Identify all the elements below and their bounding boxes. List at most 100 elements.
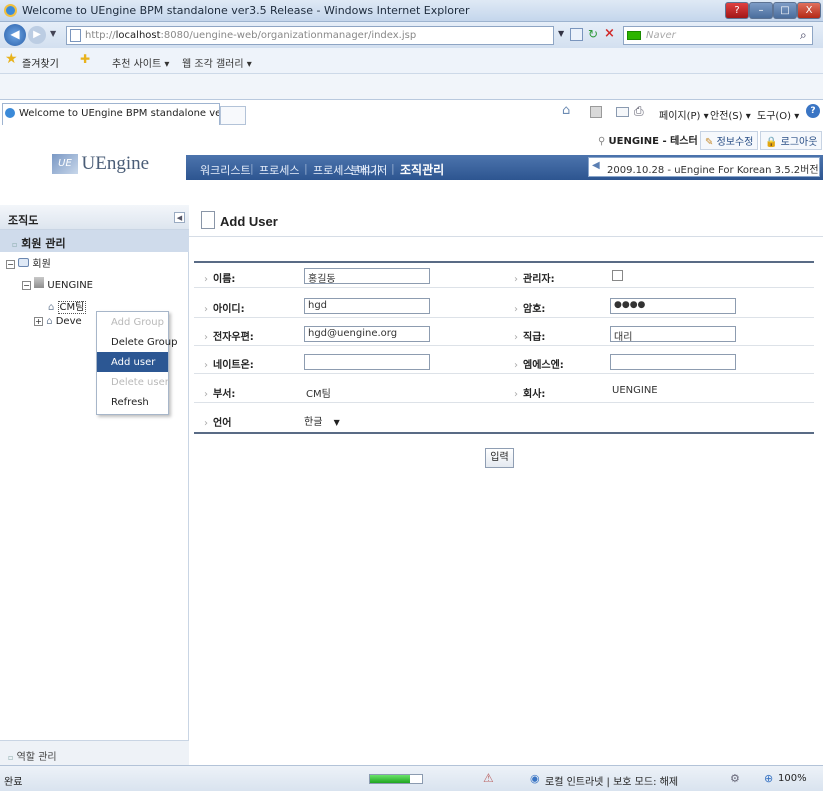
sidebar-item-label: 회원 관리 [21, 237, 66, 250]
rss-icon[interactable] [590, 106, 602, 118]
bullet-icon: ▫ [12, 240, 18, 249]
menu-item-refresh[interactable]: Refresh [97, 392, 168, 412]
minimize-button[interactable]: – [749, 2, 773, 19]
admin-checkbox[interactable] [612, 270, 623, 281]
collapse-icon[interactable]: ◀ [174, 212, 185, 223]
tree-group-dev[interactable]: + ⌂ Deve [34, 316, 82, 327]
help-button[interactable]: ? [725, 2, 749, 19]
nav-process[interactable]: 프로세스 [259, 162, 299, 178]
submit-button[interactable]: 입력 [485, 448, 514, 468]
user-name: UENGINE - 테스터 [608, 136, 698, 147]
compat-icon[interactable] [570, 28, 583, 41]
url-path: :8080/uengine-web/organizationmanager/in… [160, 30, 417, 41]
window-title: Welcome to UEngine BPM standalone ver3.5… [22, 4, 470, 17]
language-label: 언어 [204, 414, 231, 429]
back-icon[interactable]: ◀ [4, 24, 26, 46]
name-label: 이름: [204, 270, 235, 285]
nateon-input[interactable] [304, 354, 430, 370]
tree-expander-icon[interactable]: + [34, 317, 43, 326]
zoom-level[interactable]: 100% [778, 773, 807, 784]
speaker-icon: ◀ [592, 160, 600, 171]
search-input[interactable]: Naver [623, 26, 813, 45]
edit-profile-link[interactable]: ✎ 정보수정 [700, 131, 759, 150]
tree-root[interactable]: − 회원 [6, 255, 51, 270]
refresh-icon[interactable]: ↻ [588, 27, 598, 41]
chevron-down-icon[interactable]: ▼ [50, 29, 56, 38]
tree-company[interactable]: − UENGINE [22, 277, 93, 291]
email-input[interactable]: hgd@uengine.org [304, 326, 430, 342]
logo-mark: UE [52, 154, 78, 174]
nav-sep: | [391, 162, 395, 175]
group-icon: ⌂ [46, 316, 53, 327]
logo-text: UEngine [81, 153, 150, 174]
page-menu[interactable]: 페이지(P) ▾ [659, 107, 709, 122]
url-input[interactable]: http://localhost:8080/uengine-web/organi… [66, 26, 554, 45]
url-dropdown-icon[interactable]: ▼ [558, 29, 564, 38]
language-select[interactable]: 한글 ▼ [304, 413, 340, 428]
position-input[interactable]: 대리 [610, 326, 736, 342]
sidebar-item-label: 역할 관리 [16, 752, 57, 763]
favorites-label[interactable]: 즐겨찾기 [22, 55, 59, 70]
tree-company-label: UENGINE [47, 280, 93, 291]
new-tab-button[interactable] [220, 106, 246, 125]
id-input[interactable]: hgd [304, 298, 430, 314]
sidebar-title: 조직도 [0, 205, 189, 230]
zone-text[interactable]: 로컬 인트라넷 | 보호 모드: 해제 [545, 773, 678, 788]
favorite-item-suggested[interactable]: 추천 사이트 ▾ [112, 55, 169, 70]
edit-profile-label: 정보수정 [716, 137, 754, 148]
home-icon[interactable]: ⌂ [562, 103, 570, 118]
browser-tab[interactable]: Welcome to UEngine BPM standalone ver3.5… [2, 103, 220, 125]
email-label: 전자우편: [204, 328, 254, 343]
stop-icon[interactable]: × [604, 26, 615, 41]
search-icon[interactable]: ⌕ [800, 28, 807, 43]
position-label: 직급: [514, 328, 545, 343]
password-label: 암호: [514, 300, 545, 315]
tree-group-label: Deve [55, 316, 82, 327]
status-text: 완료 [4, 777, 23, 788]
safety-menu[interactable]: 안전(S) ▾ [710, 107, 751, 122]
notice-ticker[interactable]: ◀ 2009.10.28 - uEngine For Korean 3.5.2버… [588, 157, 820, 177]
nav-worklist[interactable]: 워크리스트 [200, 162, 251, 178]
context-menu: Add Group Delete Group Add user Delete u… [96, 311, 177, 415]
tools-menu[interactable]: 도구(O) ▾ [757, 107, 799, 122]
progress-fill [370, 775, 410, 783]
url-prefix: http:// [85, 30, 116, 41]
mail-icon[interactable] [616, 107, 629, 117]
logout-link[interactable]: 🔒 로그아웃 [760, 131, 823, 150]
notice-text: 2009.10.28 - uEngine For Korean 3.5.2버전이… [607, 165, 819, 176]
tree-expander-icon[interactable]: − [6, 260, 15, 269]
form-row: 부서: CM팀 회사: UENGINE [194, 378, 814, 403]
form-row: 언어 한글 ▼ [194, 407, 814, 434]
nav-analyzer[interactable]: 분석기 [350, 162, 380, 178]
window-titlebar: Welcome to UEngine BPM standalone ver3.5… [0, 0, 823, 22]
menu-item-add-user[interactable]: Add user [97, 352, 168, 372]
close-button[interactable]: X [797, 2, 821, 19]
search-provider-icon [627, 31, 641, 40]
sidebar-item-role-management[interactable]: ▫ 역할 관리 [0, 740, 189, 765]
nav-organization[interactable]: 조직관리 [400, 161, 444, 178]
tree-group-cm[interactable]: ⌂ CM팀 [48, 298, 87, 314]
tab-ie-icon [5, 108, 15, 118]
app-logo[interactable]: UE UEngine [52, 153, 149, 175]
menu-item-delete-group[interactable]: Delete Group [97, 332, 177, 352]
id-label: 아이디: [204, 300, 245, 315]
maximize-button[interactable]: □ [773, 2, 797, 19]
bullet-icon: ▫ [8, 753, 14, 762]
sidebar-item-member-management[interactable]: ▫ 회원 관리 [0, 230, 189, 252]
tree-expander-icon[interactable]: − [22, 281, 31, 290]
password-input[interactable]: ●●●● [610, 298, 736, 314]
form-row: 이름: 홍길동 관리자: [194, 263, 814, 288]
settings-icon[interactable]: ⚙ [730, 772, 740, 785]
add-favorite-icon[interactable]: ✚ [80, 52, 90, 66]
menu-item-add-group: Add Group [111, 317, 164, 328]
msn-input[interactable] [610, 354, 736, 370]
menu-item-delete-user: Delete user [111, 377, 169, 388]
help-icon[interactable]: ? [806, 104, 820, 118]
page-icon [70, 29, 81, 42]
forward-icon[interactable]: ▶ [28, 26, 46, 44]
favorite-item-webslice[interactable]: 웹 조각 갤러리 ▾ [182, 55, 252, 70]
name-input[interactable]: 홍길동 [304, 268, 430, 284]
security-icon[interactable]: ⚠ [483, 771, 494, 785]
print-icon[interactable]: ⎙ [634, 104, 644, 119]
page-title: Add User [220, 214, 278, 229]
